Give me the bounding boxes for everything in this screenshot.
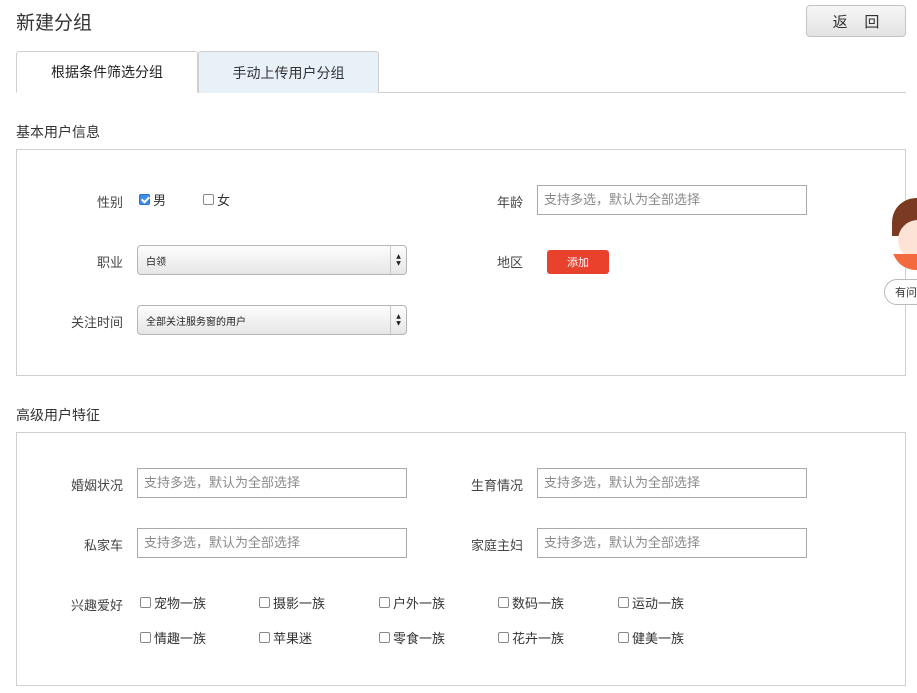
age-input[interactable] [537, 185, 807, 215]
marriage-input[interactable] [137, 468, 407, 498]
tab-filter-group[interactable]: 根据条件筛选分组 [16, 51, 198, 93]
interest-label-text: 花卉一族 [512, 632, 565, 647]
checkbox-icon [259, 632, 270, 643]
job-select[interactable]: 白领 ▲ ▼ [137, 245, 407, 275]
housewife-label: 家庭主妇 [470, 539, 523, 554]
interest-label-text: 零食一族 [393, 632, 446, 647]
housewife-input[interactable] [537, 528, 807, 558]
interest-label-text: 宠物一族 [154, 597, 207, 612]
follow-time-label: 关注时间 [70, 316, 123, 331]
interest-label: 兴趣爱好 [70, 599, 123, 614]
interest-label-text: 运动一族 [632, 597, 685, 612]
checkbox-icon [203, 194, 214, 205]
birth-label: 生育情况 [470, 479, 523, 494]
interest-checkbox-apple[interactable]: 苹果迷 [259, 628, 312, 647]
birth-input[interactable] [537, 468, 807, 498]
interest-label-text: 健美一族 [632, 632, 685, 647]
help-bubble[interactable]: 有问 [884, 279, 917, 305]
interest-checkbox-romance[interactable]: 情趣一族 [140, 628, 206, 647]
select-arrows-icon: ▲ ▼ [390, 306, 406, 334]
advanced-features-panel: 婚姻状况 生育情况 私家车 家庭主妇 兴趣爱好 宠物一族 摄影一族 户外一族 数… [16, 432, 906, 686]
interest-checkbox-flowers[interactable]: 花卉一族 [498, 628, 564, 647]
page-title: 新建分组 [16, 12, 93, 34]
add-region-button[interactable]: 添加 [547, 250, 609, 274]
interest-label-text: 苹果迷 [273, 632, 313, 647]
checkbox-icon [498, 632, 509, 643]
interest-label-text: 户外一族 [393, 597, 446, 612]
advanced-section-title: 高级用户特征 [16, 408, 100, 424]
interest-label-text: 数码一族 [512, 597, 565, 612]
interest-checkbox-digital[interactable]: 数码一族 [498, 593, 564, 612]
checkbox-icon [259, 597, 270, 608]
car-input[interactable] [137, 528, 407, 558]
gender-male-label: 男 [153, 194, 167, 209]
checkbox-icon [140, 597, 151, 608]
checkbox-icon [379, 597, 390, 608]
gender-male-checkbox[interactable]: 男 [139, 190, 166, 209]
interest-checkbox-sports[interactable]: 运动一族 [618, 593, 684, 612]
tab-bar: 根据条件筛选分组 手动上传用户分组 [16, 51, 906, 93]
job-select-value: 白领 [146, 256, 166, 268]
gender-female-checkbox[interactable]: 女 [203, 190, 230, 209]
interest-checkbox-outdoor[interactable]: 户外一族 [379, 593, 445, 612]
back-button[interactable]: 返 回 [806, 5, 906, 37]
age-label: 年龄 [496, 196, 523, 211]
help-assistant[interactable]: 有问 [884, 198, 917, 308]
gender-female-label: 女 [217, 194, 231, 209]
region-label: 地区 [496, 256, 523, 271]
car-label: 私家车 [83, 539, 123, 554]
select-arrows-icon: ▲ ▼ [390, 246, 406, 274]
assistant-avatar-icon [892, 198, 917, 270]
follow-time-select[interactable]: 全部关注服务窗的用户 ▲ ▼ [137, 305, 407, 335]
basic-section-title: 基本用户信息 [16, 125, 100, 141]
checkbox-icon [379, 632, 390, 643]
basic-info-panel: 性别 男 女 年龄 职业 白领 ▲▼ 地区 添加 关注时间 全部关注服务窗的用户… [16, 149, 906, 376]
interest-checkbox-pets[interactable]: 宠物一族 [140, 593, 206, 612]
interest-label-text: 情趣一族 [154, 632, 207, 647]
interest-label-text: 摄影一族 [273, 597, 326, 612]
checkbox-icon [498, 597, 509, 608]
interest-checkbox-fitness[interactable]: 健美一族 [618, 628, 684, 647]
tab-upload-group[interactable]: 手动上传用户分组 [198, 51, 379, 93]
marriage-label: 婚姻状况 [70, 479, 123, 494]
job-label: 职业 [96, 256, 123, 271]
checkbox-icon [140, 632, 151, 643]
gender-label: 性别 [96, 196, 123, 211]
follow-time-select-value: 全部关注服务窗的用户 [146, 316, 246, 328]
interest-checkbox-photography[interactable]: 摄影一族 [259, 593, 325, 612]
checkbox-checked-icon [139, 194, 150, 205]
checkbox-icon [618, 597, 629, 608]
interest-checkbox-snacks[interactable]: 零食一族 [379, 628, 445, 647]
checkbox-icon [618, 632, 629, 643]
